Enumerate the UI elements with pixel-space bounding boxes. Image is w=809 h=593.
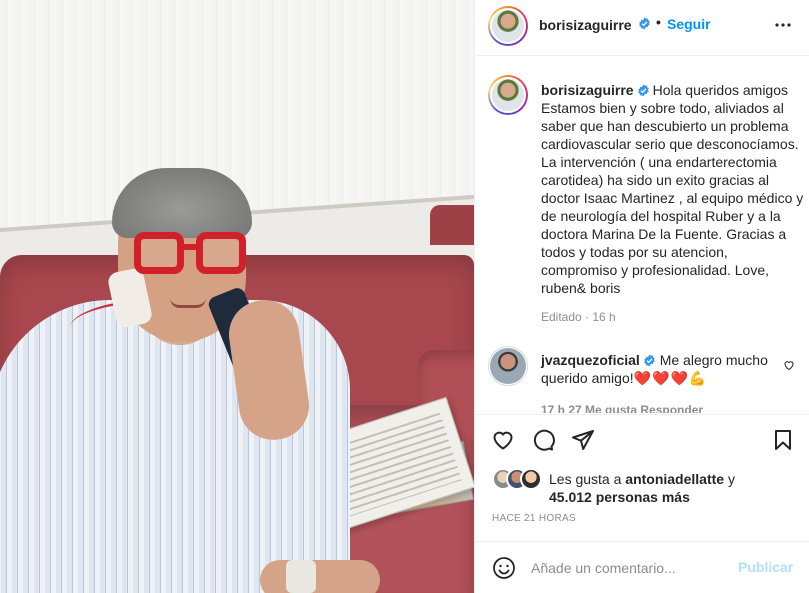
commenter-username[interactable]: jvazquezoficial bbox=[541, 352, 640, 368]
verified-badge-icon bbox=[639, 17, 650, 30]
likes-text: Les gusta a antoniadellatte y 45.012 per… bbox=[549, 470, 804, 506]
liker-username[interactable]: antoniadellatte bbox=[625, 471, 724, 487]
likes-prefix: Les gusta a bbox=[549, 471, 622, 487]
comment-icon[interactable] bbox=[531, 428, 555, 452]
photo-hair bbox=[112, 168, 252, 238]
photo-mouth bbox=[170, 298, 206, 308]
commenter-avatar[interactable] bbox=[488, 346, 528, 386]
comment-like-heart-icon[interactable] bbox=[783, 359, 795, 371]
publish-button[interactable]: Publicar bbox=[738, 559, 793, 575]
comment-meta[interactable]: 17 h 27 Me gusta Responder bbox=[541, 403, 703, 413]
caption-meta: Editado · 16 h bbox=[541, 310, 616, 324]
action-bar bbox=[475, 414, 809, 462]
comment-item: jvazquezoficial Me alegro mucho querido … bbox=[541, 351, 771, 387]
caption-username[interactable]: borisizaguirre bbox=[541, 82, 634, 98]
likes-joiner: y bbox=[727, 471, 735, 487]
photo-lower-hand bbox=[260, 560, 380, 593]
likes-summary: Les gusta a antoniadellatte y 45.012 per… bbox=[475, 462, 809, 508]
photo-glasses bbox=[134, 232, 250, 278]
emoji-icon[interactable] bbox=[492, 556, 516, 580]
verified-badge-icon bbox=[644, 354, 655, 367]
comment-emojis: ❤️❤️❤️💪 bbox=[633, 370, 708, 386]
post-timestamp[interactable]: HACE 21 HORAS bbox=[492, 513, 576, 524]
share-icon[interactable] bbox=[571, 428, 595, 452]
author-avatar[interactable] bbox=[488, 6, 528, 46]
liker-avatar[interactable] bbox=[520, 468, 542, 490]
more-options-icon[interactable] bbox=[771, 13, 795, 37]
comments-section[interactable]: borisizaguirre Hola queridos amigos Esta… bbox=[475, 57, 809, 413]
heart-icon[interactable] bbox=[491, 428, 515, 452]
caption-text: Hola queridos amigos Estamos bien y sobr… bbox=[541, 82, 804, 296]
photo-sofa-corner bbox=[430, 205, 474, 245]
post-header: borisizaguirre • Seguir bbox=[475, 0, 809, 56]
likes-count[interactable]: 45.012 personas más bbox=[549, 489, 690, 505]
follow-button[interactable]: Seguir bbox=[667, 16, 711, 32]
post-side-panel: borisizaguirre • Seguir borisizaguirre H… bbox=[474, 0, 809, 593]
verified-badge-icon bbox=[637, 84, 649, 97]
comment-input[interactable] bbox=[531, 556, 731, 580]
author-username[interactable]: borisizaguirre bbox=[539, 17, 632, 33]
post-photo[interactable] bbox=[0, 0, 474, 593]
post-caption: borisizaguirre Hola queridos amigos Esta… bbox=[541, 81, 805, 297]
header-separator: • bbox=[656, 14, 661, 30]
bookmark-icon[interactable] bbox=[771, 428, 795, 452]
photo-watch bbox=[286, 560, 316, 593]
caption-author-avatar[interactable] bbox=[488, 75, 528, 115]
comment-composer: Publicar bbox=[475, 541, 809, 593]
